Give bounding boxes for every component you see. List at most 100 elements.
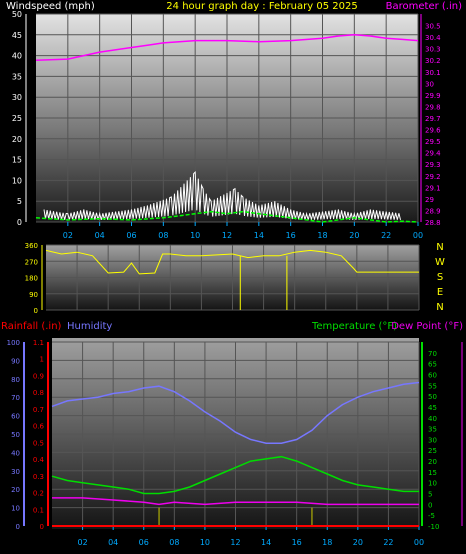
barometer-tick-label: 29.9 (425, 92, 441, 100)
dewpoint-axis-label: Dew Point (°F) (391, 321, 463, 332)
direction-tick-label: 270 (25, 258, 38, 266)
hour-tick-label: 18 (317, 231, 327, 240)
direction-tick-label: 180 (25, 275, 38, 283)
hour-tick-label: 06 (126, 231, 136, 240)
barometer-tick-label: 30.3 (425, 46, 441, 54)
rainfall-tick-label: 0.9 (33, 372, 44, 380)
temperature-tick-label: 10 (428, 480, 437, 488)
hour-tick-label: 10 (200, 538, 210, 547)
hour-tick-label: 00 (413, 231, 423, 240)
direction-tick-label: 360 (25, 242, 38, 250)
barometer-tick-label: 30.1 (425, 69, 441, 77)
hour-tick-label: 16 (292, 538, 302, 547)
temperature-tick-label: 55 (428, 382, 437, 390)
hour-tick-label: 08 (158, 231, 168, 240)
hour-tick-label: 04 (95, 231, 105, 240)
rainfall-tick-label: 0.4 (33, 456, 45, 464)
wind-tick-label: 40 (12, 52, 22, 61)
temperature-tick-label: 70 (428, 350, 437, 358)
wind-tick-label: 35 (12, 72, 22, 81)
temperature-tick-label: 50 (428, 393, 437, 401)
rainfall-tick-label: 0.3 (33, 473, 44, 481)
hour-tick-label: 20 (353, 538, 363, 547)
barometer-tick-label: 29.1 (425, 184, 441, 192)
hour-tick-label: 12 (230, 538, 240, 547)
wind-tick-label: 0 (17, 218, 22, 227)
hour-tick-label: 12 (222, 231, 232, 240)
wind-tick-label: 30 (12, 93, 22, 102)
temperature-tick-label: 25 (428, 447, 437, 455)
wind-tick-label: 15 (12, 156, 22, 165)
rainfall-tick-label: 0.6 (33, 423, 45, 431)
barometer-tick-label: 29.2 (425, 173, 441, 181)
hour-tick-label: 22 (381, 231, 391, 240)
humidity-tick-label: 70 (11, 394, 20, 402)
barometer-tick-label: 30.5 (425, 23, 441, 31)
temperature-axis-label: Temperature (°F) (311, 321, 397, 332)
compass-label: N (436, 242, 443, 253)
hour-tick-label: 10 (190, 231, 200, 240)
compass-label: E (437, 287, 443, 298)
humidity-tick-label: 90 (11, 357, 20, 365)
temperature-tick-label: -10 (428, 523, 439, 531)
humidity-axis-label: Humidity (67, 321, 112, 332)
barometer-tick-label: 29.3 (425, 161, 441, 169)
humidity-tick-label: 0 (16, 523, 20, 531)
direction-tick-label: 0 (34, 307, 38, 315)
hour-tick-label: 02 (63, 231, 73, 240)
barometer-tick-label: 29.5 (425, 138, 441, 146)
barometer-tick-label: 28.9 (425, 207, 441, 215)
temperature-tick-label: 30 (428, 436, 437, 444)
rainfall-tick-label: 0.1 (33, 506, 44, 514)
hour-tick-label: 04 (108, 538, 118, 547)
temperature-tick-label: 45 (428, 404, 437, 412)
rainfall-tick-label: 1.1 (33, 339, 44, 347)
temperature-tick-label: 15 (428, 469, 437, 477)
barometer-tick-label: 29.4 (425, 150, 441, 158)
rainfall-tick-label: 0.5 (33, 439, 44, 447)
humidity-tick-label: 40 (11, 449, 20, 457)
hour-tick-label: 22 (383, 538, 393, 547)
wind-tick-label: 45 (12, 31, 22, 40)
rainfall-tick-label: 0.7 (33, 406, 44, 414)
temperature-tick-label: 60 (428, 371, 437, 379)
wind-tick-label: 10 (12, 176, 22, 185)
wind-tick-label: 50 (12, 10, 22, 19)
rainfall-tick-label: 1 (40, 356, 44, 364)
barometer-tick-label: 29 (425, 196, 434, 204)
barometer-tick-label: 29.8 (425, 103, 441, 111)
barometer-tick-label: 30.4 (425, 34, 441, 42)
direction-tick-label: 90 (29, 291, 38, 299)
compass-label: W (435, 257, 445, 268)
humidity-tick-label: 10 (11, 505, 20, 513)
wind-tick-label: 5 (17, 197, 22, 206)
graph-title: 24 hour graph day : February 05 2025 (166, 1, 357, 12)
barometer-tick-label: 28.8 (425, 219, 441, 227)
temperature-tick-label: 35 (428, 426, 437, 434)
hour-tick-label: 16 (286, 231, 296, 240)
barometer-tick-label: 30 (425, 80, 434, 88)
hour-tick-label: 14 (254, 231, 264, 240)
barometer-tick-label: 30.2 (425, 57, 441, 65)
hour-tick-label: 02 (77, 538, 87, 547)
compass-label: N (436, 302, 443, 313)
rainfall-tick-label: 0.8 (33, 389, 44, 397)
wind-tick-label: 25 (12, 114, 22, 123)
humidity-tick-label: 80 (11, 376, 20, 384)
rainfall-axis-label: Rainfall (.in) (1, 321, 62, 332)
temperature-tick-label: 20 (428, 458, 437, 466)
humidity-tick-label: 100 (7, 339, 20, 347)
wind-tick-label: 20 (12, 135, 22, 144)
temperature-tick-label: 40 (428, 415, 437, 423)
rainfall-tick-label: 0 (40, 523, 44, 531)
barometer-tick-label: 29.6 (425, 127, 441, 135)
temperature-tick-label: 5 (428, 491, 432, 499)
hour-tick-label: 08 (169, 538, 179, 547)
temperature-tick-label: -5 (428, 512, 435, 520)
barometer-tick-label: 29.7 (425, 115, 441, 123)
hour-tick-label: 18 (322, 538, 332, 547)
humidity-tick-label: 50 (11, 431, 20, 439)
compass-label: S (437, 272, 443, 283)
weather-graph: Windspeed (mph) 24 hour graph day : Febr… (1, 1, 463, 547)
hour-tick-label: 20 (349, 231, 359, 240)
